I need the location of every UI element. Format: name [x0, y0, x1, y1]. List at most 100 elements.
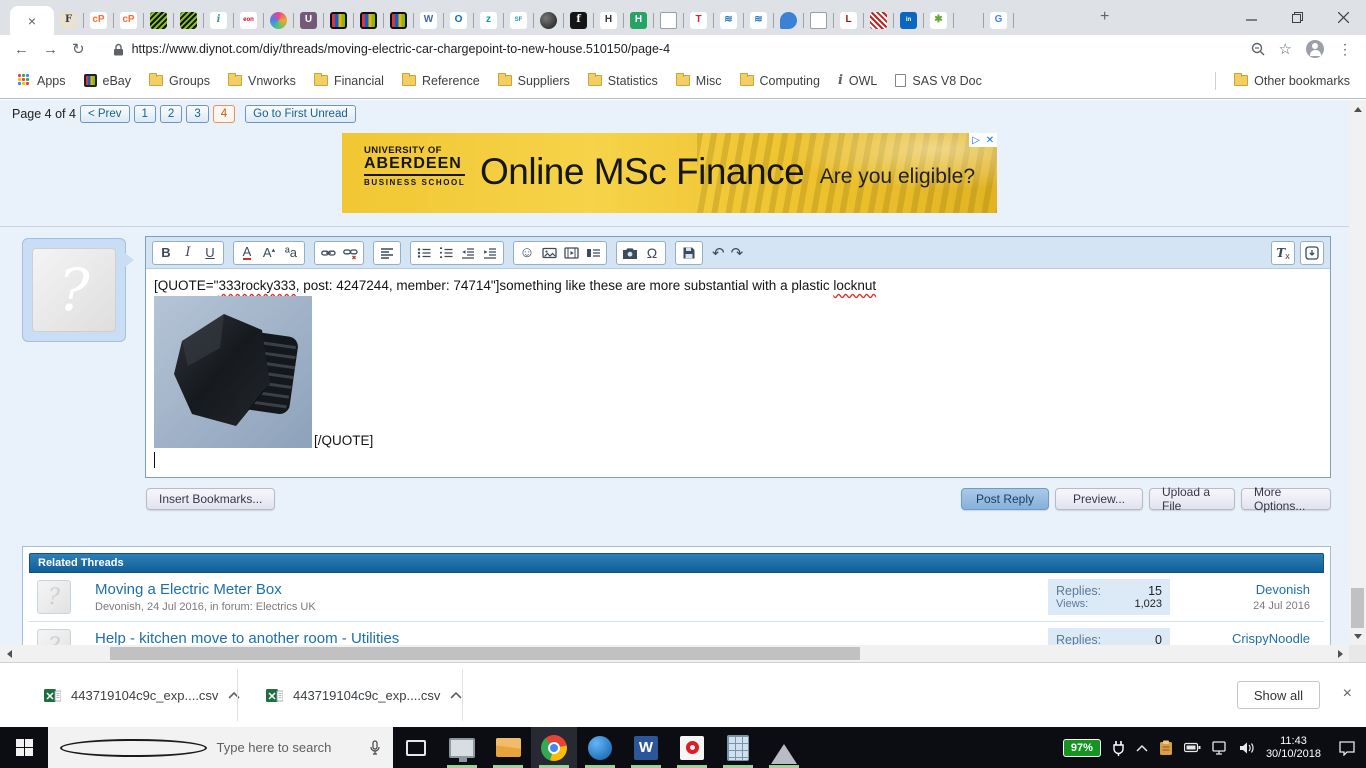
ad-banner[interactable]: UNIVERSITY OF ABERDEEN BUSINESS SCHOOL O…: [342, 133, 997, 213]
tab-favicon-italic-i[interactable]: i: [210, 12, 227, 29]
gallery-camera-icon[interactable]: [619, 243, 641, 263]
locknut-image[interactable]: [154, 296, 312, 448]
battery-percentage-widget[interactable]: 97%: [1063, 739, 1101, 757]
bookmark-item-computing[interactable]: Computing: [740, 74, 820, 88]
taskbar-app-mail[interactable]: [485, 727, 531, 768]
taskbar-app-vpn[interactable]: [761, 727, 807, 768]
insert-quote-icon[interactable]: [582, 243, 604, 263]
tab-favicon-u-plum[interactable]: U: [300, 12, 317, 29]
network-tray-icon[interactable]: [1212, 741, 1228, 755]
tab-favicon-doc-page[interactable]: [660, 12, 677, 29]
upload-file-button[interactable]: Upload a File: [1149, 488, 1235, 510]
bookmark-item-owl[interactable]: iOWL: [838, 73, 877, 88]
bookmark-item-misc[interactable]: Misc: [676, 74, 722, 88]
taskbar-clock[interactable]: 11:43 30/10/2018: [1266, 735, 1321, 761]
scroll-right-arrow[interactable]: [1332, 645, 1349, 662]
remove-formatting-button[interactable]: Tx: [1271, 241, 1295, 265]
window-close-button[interactable]: [1320, 0, 1366, 35]
insert-media-icon[interactable]: [560, 243, 582, 263]
post-reply-button[interactable]: Post Reply: [961, 488, 1049, 510]
bookmark-item-apps[interactable]: Apps: [18, 74, 66, 88]
action-center-icon[interactable]: [1338, 740, 1356, 756]
page-1-button[interactable]: 1: [134, 105, 156, 123]
window-minimize-button[interactable]: [1228, 0, 1274, 35]
page-4-button[interactable]: 4: [213, 105, 235, 123]
scroll-left-arrow[interactable]: [0, 645, 17, 662]
undo-icon[interactable]: ↶: [712, 244, 725, 262]
bookmark-item-suppliers[interactable]: Suppliers: [498, 74, 570, 88]
tab-favicon-doc-page[interactable]: [810, 12, 827, 29]
forward-button[interactable]: →: [43, 41, 58, 58]
page-2-button[interactable]: 2: [160, 105, 182, 123]
tab-favicon-shopping-bag[interactable]: [360, 12, 377, 29]
tab-favicon-serif-f[interactable]: F: [60, 12, 77, 29]
tab-favicon-blue-bubble[interactable]: [780, 12, 797, 29]
microphone-icon[interactable]: [369, 740, 381, 756]
taskbar-app-acrobat[interactable]: [669, 727, 715, 768]
drafts-save-icon[interactable]: [678, 243, 700, 263]
browser-menu-icon[interactable]: ⋮: [1338, 41, 1352, 58]
back-button[interactable]: ←: [14, 41, 29, 58]
task-view-button[interactable]: [393, 727, 439, 768]
vertical-scroll-thumb[interactable]: [1351, 588, 1364, 628]
new-tab-button[interactable]: +: [1100, 8, 1109, 26]
tab-favicon-blue-wave[interactable]: ≋: [720, 12, 737, 29]
tab-favicon-eon[interactable]: eon: [240, 12, 257, 29]
insert-image-icon[interactable]: [538, 243, 560, 263]
zoom-indicator-icon[interactable]: [1251, 42, 1265, 56]
battery-tray-icon[interactable]: [1184, 741, 1201, 754]
redo-icon[interactable]: ↷: [731, 244, 744, 262]
preview-button[interactable]: Preview...: [1055, 488, 1143, 510]
tab-favicon-dark-orb[interactable]: [540, 12, 557, 29]
url-text[interactable]: https://www.diynot.com/diy/threads/movin…: [132, 42, 670, 56]
refresh-button[interactable]: ↻: [72, 40, 85, 58]
smilies-icon[interactable]: ☺: [516, 243, 538, 263]
bookmark-item-sas-v8-doc[interactable]: SAS V8 Doc: [895, 74, 981, 88]
tab-favicon-sf[interactable]: SF: [510, 12, 527, 29]
chevron-up-icon[interactable]: [228, 691, 240, 699]
numbered-list-icon[interactable]: [435, 243, 457, 263]
tab-favicon-teal-z[interactable]: z: [480, 12, 497, 29]
thread-title-link[interactable]: Moving a Electric Meter Box: [95, 581, 1048, 598]
tray-chevron-icon[interactable]: [1136, 744, 1148, 752]
font-family-button[interactable]: ªa: [280, 243, 302, 263]
tab-favicon-t-red[interactable]: T: [690, 12, 707, 29]
bookmark-item-financial[interactable]: Financial: [314, 74, 384, 88]
bookmark-item-ebay[interactable]: eBay: [84, 74, 132, 88]
omnibox[interactable]: https://www.diynot.com/diy/threads/movin…: [99, 38, 1237, 60]
alignment-icon[interactable]: [376, 243, 398, 263]
bbcode-toggle-button[interactable]: [1300, 241, 1324, 265]
tab-favicon-linkedin[interactable]: in: [900, 12, 917, 29]
tab-favicon-h-green[interactable]: H: [630, 12, 647, 29]
special-chars-icon[interactable]: Ω: [641, 243, 663, 263]
font-size-button[interactable]: A▴: [258, 243, 280, 263]
tab-favicon-blue-wave[interactable]: ≋: [750, 12, 767, 29]
bookmark-item-groups[interactable]: Groups: [149, 74, 210, 88]
tab-favicon-outlook[interactable]: O: [450, 12, 467, 29]
unlink-icon[interactable]: [339, 243, 361, 263]
tab-favicon-google-g[interactable]: G: [990, 12, 1007, 29]
speaker-tray-icon[interactable]: [1239, 741, 1255, 755]
underline-button[interactable]: U: [199, 243, 221, 263]
bookmark-item-statistics[interactable]: Statistics: [588, 74, 658, 88]
downloads-close-icon[interactable]: ×: [1343, 685, 1352, 703]
show-all-downloads-button[interactable]: Show all: [1237, 681, 1320, 709]
tab-favicon-blank[interactable]: [960, 12, 977, 29]
scroll-up-arrow[interactable]: [1349, 100, 1366, 117]
profile-avatar[interactable]: [1306, 40, 1324, 58]
related-thread-row[interactable]: ? Moving a Electric Meter Box Devonish, …: [29, 573, 1324, 621]
scroll-down-arrow[interactable]: [1349, 628, 1366, 645]
download-item[interactable]: 443719104c9c_exp....csv: [30, 677, 254, 713]
tab-favicon-black-f[interactable]: f: [570, 12, 587, 29]
tab-favicon-color-wheel[interactable]: [270, 12, 287, 29]
tab-favicon-green-gear[interactable]: ✱: [930, 12, 947, 29]
taskbar-app-system-monitor[interactable]: [439, 727, 485, 768]
indent-icon[interactable]: [479, 243, 501, 263]
taskbar-app-chrome[interactable]: [531, 727, 577, 768]
taskbar-app-calculator[interactable]: [715, 727, 761, 768]
taskbar-app-word[interactable]: W: [623, 727, 669, 768]
download-item[interactable]: 443719104c9c_exp....csv: [252, 677, 476, 713]
tab-favicon-wikipedia-w[interactable]: W: [420, 12, 437, 29]
bullet-list-icon[interactable]: [413, 243, 435, 263]
first-unread-button[interactable]: Go to First Unread: [245, 105, 356, 123]
